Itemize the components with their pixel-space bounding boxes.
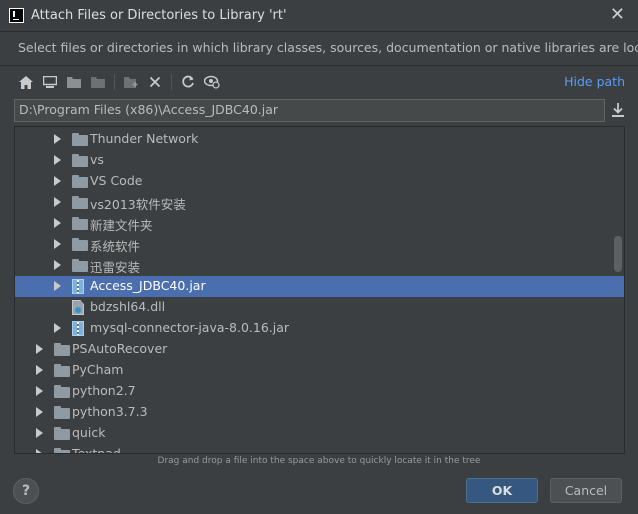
- dll-file-icon: [72, 300, 84, 315]
- expand-arrow-icon[interactable]: [54, 155, 61, 165]
- tree-row[interactable]: Thunder Network: [15, 129, 624, 150]
- drag-drop-hint: Drag and drop a file into the space abov…: [157, 456, 481, 466]
- expand-arrow-icon[interactable]: [36, 449, 43, 453]
- tree-row-label: bdzshl64.dll: [90, 299, 166, 314]
- expand-arrow-icon[interactable]: [36, 386, 43, 396]
- path-input[interactable]: D:\Program Files (x86)\Access_JDBC40.jar: [14, 99, 605, 122]
- tree-row[interactable]: 系统软件: [15, 234, 624, 255]
- folder-icon: [72, 259, 88, 272]
- tree-row[interactable]: 迅雷安装: [15, 255, 624, 276]
- ok-button[interactable]: OK: [466, 478, 538, 503]
- folder-up-icon[interactable]: [86, 71, 110, 93]
- desktop-icon[interactable]: [38, 71, 62, 93]
- dialog-title: Attach Files or Directories to Library '…: [31, 8, 287, 23]
- folder-icon: [72, 196, 88, 209]
- help-button[interactable]: ?: [13, 478, 39, 504]
- tree-row-label: Access_JDBC40.jar: [90, 278, 206, 293]
- tree-row-label: mysql-connector-java-8.0.16.jar: [90, 320, 290, 335]
- toolbar-separator: [171, 74, 172, 90]
- folder-icon: [54, 448, 70, 453]
- tree-row[interactable]: PSAutoRecover: [15, 339, 624, 360]
- expand-arrow-icon[interactable]: [54, 323, 61, 333]
- tree-row-label: vs: [90, 152, 104, 167]
- folder-icon: [72, 175, 88, 188]
- folder-icon: [72, 238, 88, 251]
- tree-row-label: python3.7.3: [72, 404, 148, 419]
- tree-row[interactable]: quick: [15, 423, 624, 444]
- cancel-button[interactable]: Cancel: [550, 478, 622, 503]
- download-icon[interactable]: [610, 102, 626, 118]
- tree-row-label: PSAutoRecover: [72, 341, 168, 356]
- expand-arrow-icon[interactable]: [54, 281, 61, 291]
- file-chooser-toolbar: [14, 70, 224, 94]
- dialog-description: Select files or directories in which lib…: [18, 40, 638, 55]
- tree-row[interactable]: PyCham: [15, 360, 624, 381]
- expand-arrow-icon[interactable]: [36, 344, 43, 354]
- tree-row[interactable]: Access_JDBC40.jar: [15, 276, 624, 297]
- toolbar-separator: [114, 74, 115, 90]
- tree-row[interactable]: mysql-connector-java-8.0.16.jar: [15, 318, 624, 339]
- folder-icon: [54, 406, 70, 419]
- close-icon[interactable]: ✕: [610, 6, 625, 24]
- tree-row[interactable]: python2.7: [15, 381, 624, 402]
- tree-row[interactable]: bdzshl64.dll: [15, 297, 624, 318]
- tree-row-label: 新建文件夹: [90, 218, 153, 233]
- expand-arrow-icon[interactable]: [54, 197, 61, 207]
- expand-arrow-icon[interactable]: [36, 407, 43, 417]
- tree-row[interactable]: python3.7.3: [15, 402, 624, 423]
- home-icon[interactable]: [14, 71, 38, 93]
- expand-arrow-icon[interactable]: [54, 218, 61, 228]
- tree-row-label: python2.7: [72, 383, 136, 398]
- file-tree[interactable]: Thunder Network vs VS Code vs2013软件安装 新建文件夹系…: [14, 126, 625, 454]
- add-icon[interactable]: [119, 71, 143, 93]
- expand-arrow-icon[interactable]: [36, 365, 43, 375]
- tree-row-label: PyCham: [72, 362, 124, 377]
- tree-row-label: VS Code: [90, 173, 143, 188]
- expand-arrow-icon[interactable]: [54, 239, 61, 249]
- folder-icon: [72, 217, 88, 230]
- folder-icon: [54, 427, 70, 440]
- folder-icon: [72, 133, 88, 146]
- intellij-app-icon: [9, 8, 24, 23]
- tree-row[interactable]: 新建文件夹: [15, 213, 624, 234]
- expand-arrow-icon[interactable]: [54, 176, 61, 186]
- folder-icon: [54, 385, 70, 398]
- jar-archive-icon: [72, 279, 84, 294]
- expand-arrow-icon[interactable]: [54, 134, 61, 144]
- divider: [0, 65, 638, 66]
- jar-archive-icon: [72, 321, 84, 336]
- folder-icon: [54, 364, 70, 377]
- folder-icon: [54, 343, 70, 356]
- show-hidden-icon[interactable]: [200, 71, 224, 93]
- tree-row-label: Textpad: [72, 446, 121, 454]
- tree-scrollbar-thumb[interactable]: [614, 236, 622, 272]
- tree-row[interactable]: vs: [15, 150, 624, 171]
- folder-icon: [72, 154, 88, 167]
- tree-row-label: vs2013软件安装: [90, 197, 186, 212]
- tree-row[interactable]: VS Code: [15, 171, 624, 192]
- tree-row-label: Thunder Network: [90, 131, 199, 146]
- refresh-icon[interactable]: [176, 71, 200, 93]
- tree-row[interactable]: Textpad: [15, 444, 624, 454]
- delete-icon[interactable]: [143, 71, 167, 93]
- tree-row-label: quick: [72, 425, 106, 440]
- expand-arrow-icon[interactable]: [54, 260, 61, 270]
- expand-arrow-icon[interactable]: [36, 428, 43, 438]
- title-bar: Attach Files or Directories to Library '…: [0, 0, 638, 32]
- hide-path-link[interactable]: Hide path: [564, 74, 625, 89]
- tree-row-label: 迅雷安装: [90, 260, 141, 275]
- tree-row-label: 系统软件: [90, 239, 141, 254]
- new-folder-icon[interactable]: [62, 71, 86, 93]
- tree-row[interactable]: vs2013软件安装: [15, 192, 624, 213]
